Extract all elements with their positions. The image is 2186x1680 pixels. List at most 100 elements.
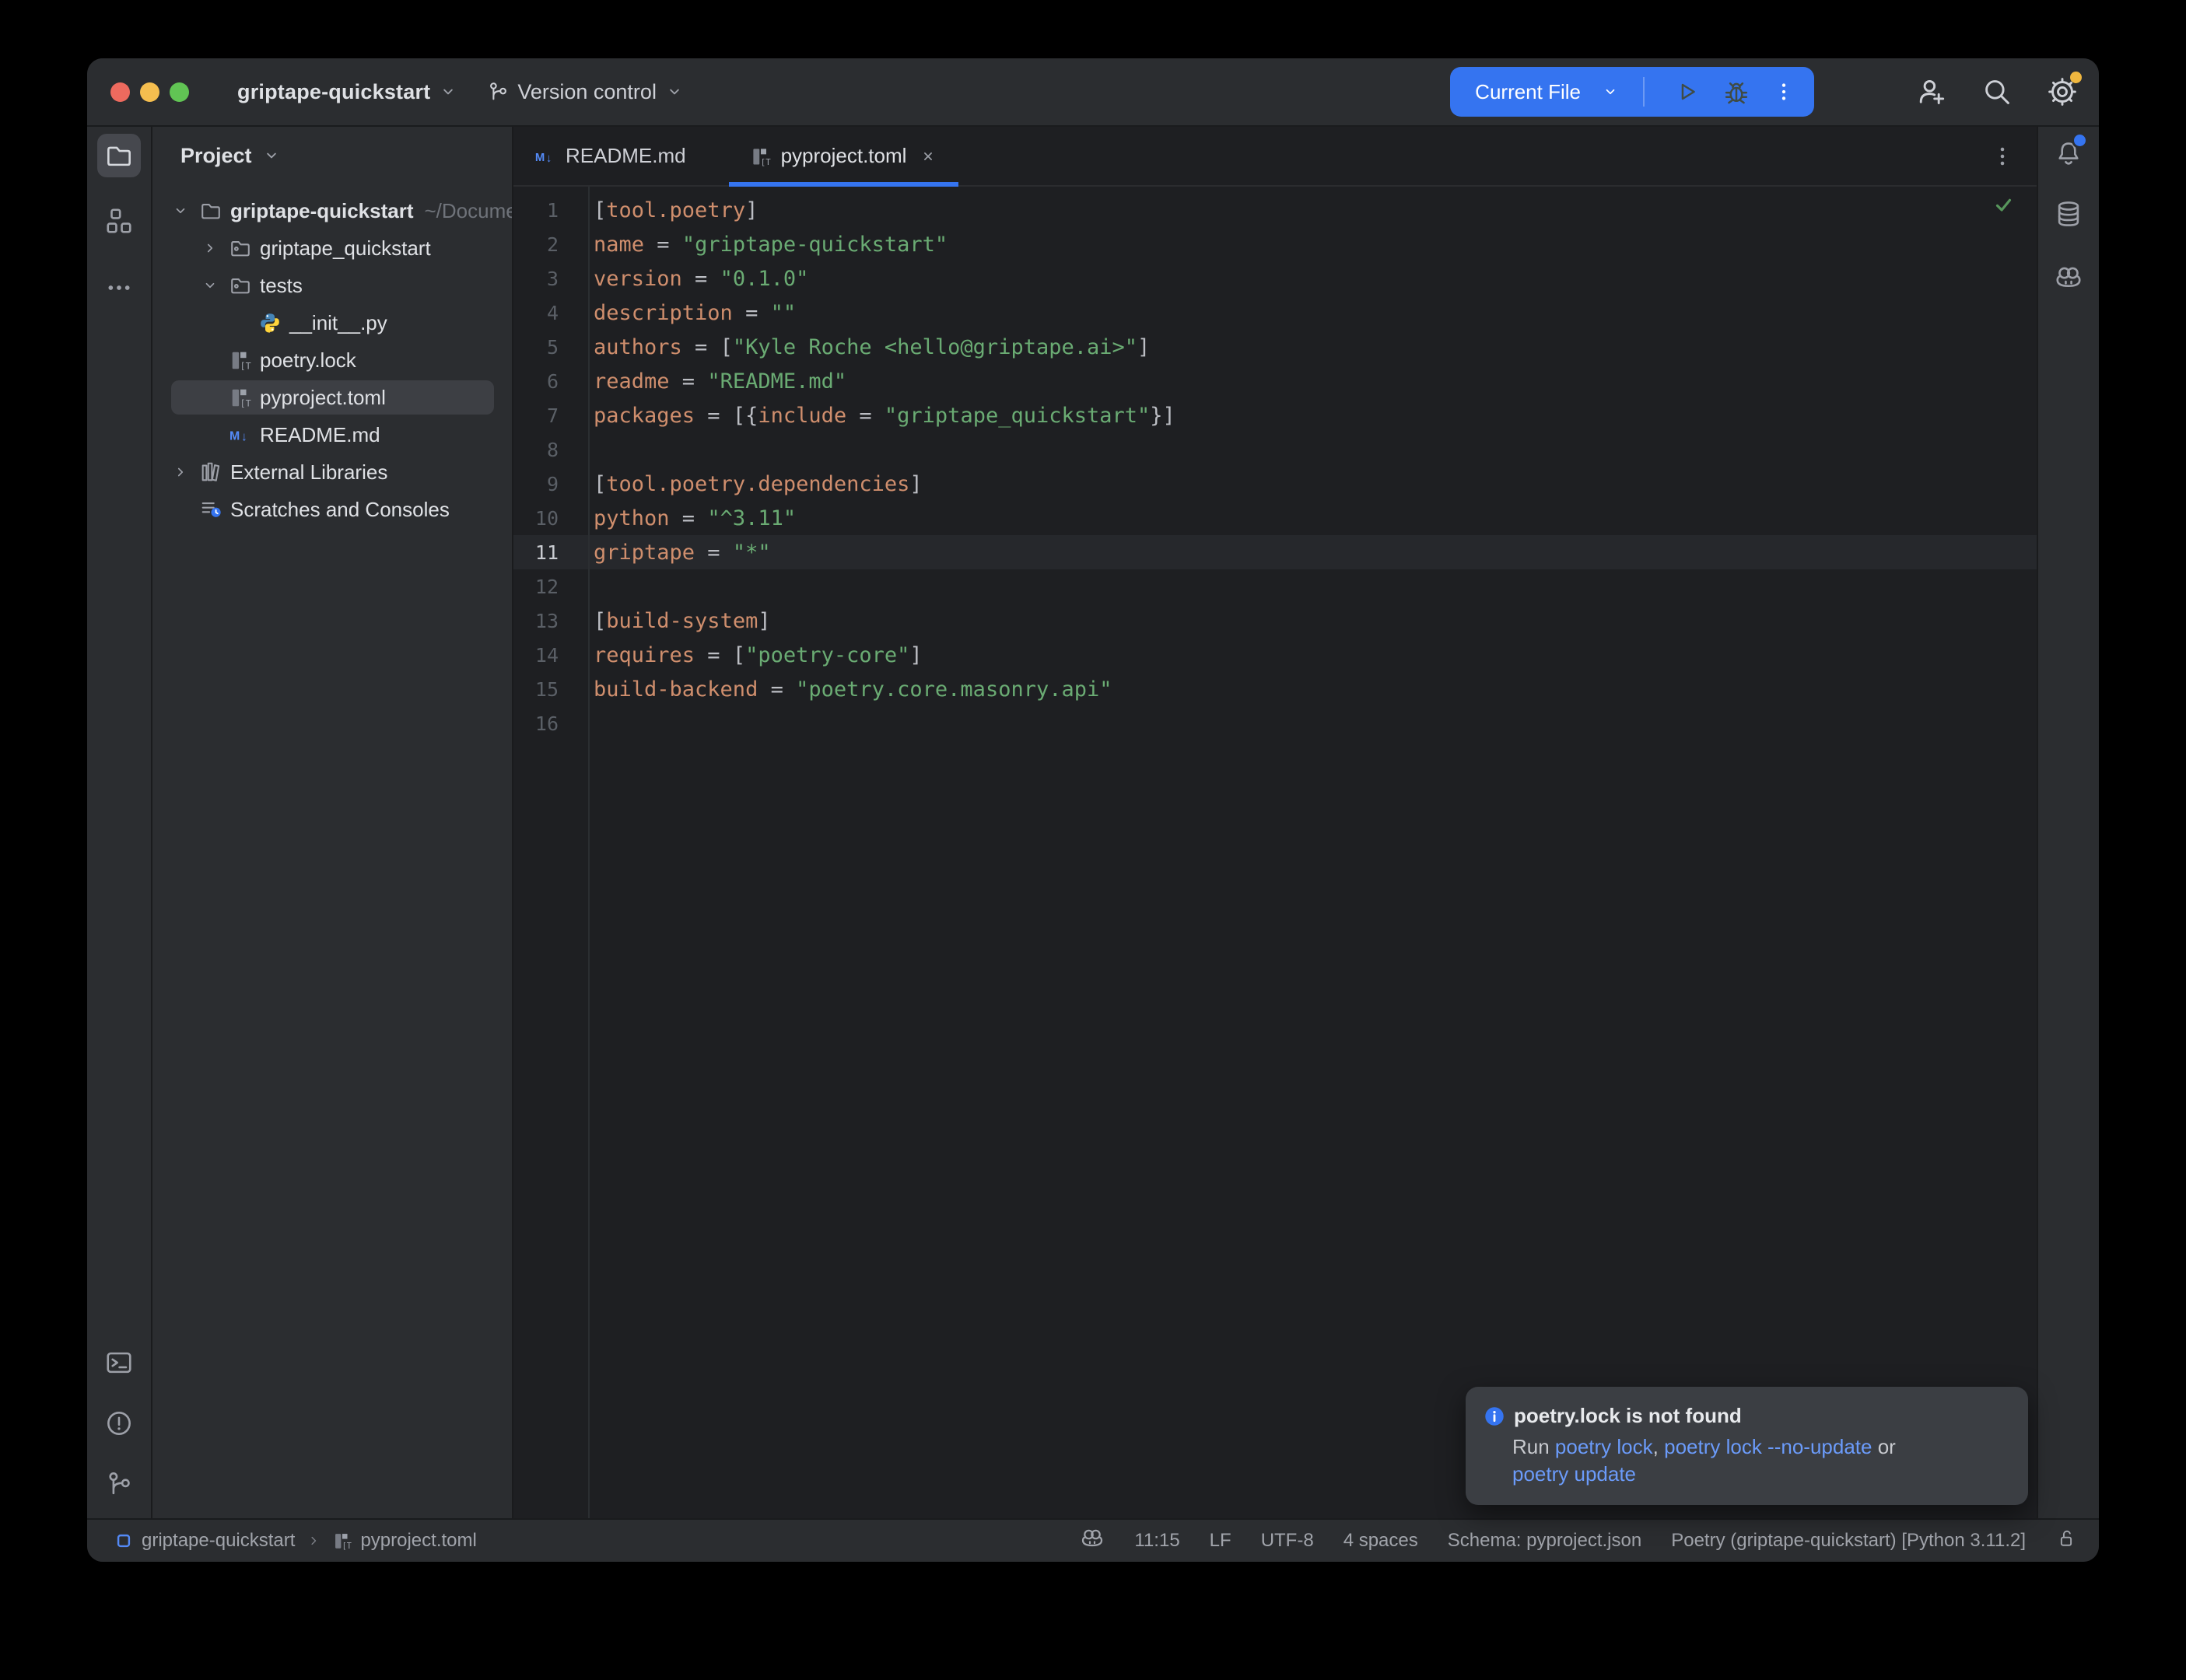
project-panel-header[interactable]: Project: [152, 127, 512, 184]
code-line-8[interactable]: 8: [513, 432, 2037, 467]
code-line-1[interactable]: 1[tool.poetry]: [513, 193, 2037, 227]
minimize-window-button[interactable]: [140, 82, 159, 102]
tree-item-scratches-and-consoles[interactable]: Scratches and Consoles: [152, 491, 512, 528]
line-number: 5: [513, 336, 588, 359]
database-icon: [2054, 199, 2083, 229]
zoom-window-button[interactable]: [170, 82, 189, 102]
left-tool-stripe: [87, 127, 152, 1518]
terminal-tool-button[interactable]: [97, 1341, 141, 1384]
code-line-16[interactable]: 16: [513, 706, 2037, 740]
svg-text:[T]: [T]: [240, 361, 252, 372]
add-user-icon: [1915, 75, 1948, 108]
tree-item-griptape-quickstart[interactable]: griptape_quickstart: [152, 229, 512, 267]
breadcrumb-label: pyproject.toml: [360, 1530, 476, 1552]
code-line-11[interactable]: 11griptape = "*": [513, 535, 2037, 569]
chevron-down-icon[interactable]: [1601, 82, 1620, 101]
run-configuration-widget[interactable]: Current File: [1450, 67, 1814, 117]
terminal-icon: [104, 1348, 134, 1377]
add-user-button[interactable]: [1915, 75, 1948, 108]
editor-options-icon[interactable]: [1990, 144, 2015, 169]
run-icon[interactable]: [1673, 78, 1701, 106]
code-line-9[interactable]: 9[tool.poetry.dependencies]: [513, 467, 2037, 501]
project-selector[interactable]: griptape-quickstart: [237, 80, 458, 104]
breadcrumb-griptape-quickstart[interactable]: griptape-quickstart: [114, 1530, 295, 1552]
tree-item-readme-md[interactable]: M↓README.md: [152, 416, 512, 453]
tree-item-init-py[interactable]: __init__.py: [152, 304, 512, 341]
close-icon[interactable]: [919, 147, 937, 166]
tree-item-label: Scratches and Consoles: [230, 498, 450, 522]
svg-text:[T]: [T]: [760, 156, 771, 166]
code-line-4[interactable]: 4description = "": [513, 296, 2037, 330]
close-window-button[interactable]: [110, 82, 130, 102]
status-poetry-griptape-quickstart-python-3-11-2[interactable]: Poetry (griptape-quickstart) [Python 3.1…: [1671, 1530, 2026, 1552]
module-icon: [114, 1531, 134, 1551]
database-tool-button[interactable]: [2047, 192, 2090, 236]
status-11-15[interactable]: 11:15: [1134, 1530, 1179, 1552]
breadcrumb-pyproject-toml[interactable]: [T]pyproject.toml: [332, 1530, 476, 1552]
ai-assistant-status-icon[interactable]: [1080, 1526, 1105, 1556]
project-tree: griptape-quickstart~/Documegriptape_quic…: [152, 192, 512, 528]
project-folder-tool-button[interactable]: [97, 134, 141, 177]
code-line-6[interactable]: 6readme = "README.md": [513, 364, 2037, 398]
link-poetry-lock[interactable]: poetry lock: [1555, 1435, 1653, 1458]
debug-icon[interactable]: [1722, 78, 1750, 106]
code-line-3[interactable]: 3version = "0.1.0": [513, 261, 2037, 296]
ai-assistant-tool-button[interactable]: [2047, 256, 2090, 299]
chevron-right-icon[interactable]: [201, 239, 229, 257]
status-utf-8[interactable]: UTF-8: [1261, 1530, 1314, 1552]
notification-body: Run poetry lock, poetry lock --no-update…: [1512, 1433, 2008, 1488]
tree-item-pyproject-toml[interactable]: [T]pyproject.toml: [152, 379, 512, 416]
notification-title: poetry.lock is not found: [1514, 1404, 1742, 1428]
settings-button[interactable]: [2046, 75, 2079, 108]
tab-pyproject-toml[interactable]: [T]pyproject.toml: [729, 127, 959, 185]
status-4-spaces[interactable]: 4 spaces: [1343, 1530, 1418, 1552]
tree-item-external-libraries[interactable]: External Libraries: [152, 453, 512, 491]
folder-pkg-icon: [229, 274, 252, 297]
code-line-10[interactable]: 10python = "^3.11": [513, 501, 2037, 535]
tree-item-griptape-quickstart[interactable]: griptape-quickstart~/Docume: [152, 192, 512, 229]
code-line-2[interactable]: 2name = "griptape-quickstart": [513, 227, 2037, 261]
notifications-bell-tool-button[interactable]: [2047, 131, 2090, 175]
code-line-5[interactable]: 5authors = ["Kyle Roche <hello@griptape.…: [513, 330, 2037, 364]
chevron-down-icon[interactable]: [171, 201, 199, 220]
line-number: 14: [513, 644, 588, 667]
python-icon: [258, 311, 282, 334]
version-control-tool-button[interactable]: [97, 1462, 141, 1506]
search-button[interactable]: [1981, 75, 2013, 108]
more-actions-icon[interactable]: [1772, 80, 1795, 103]
crumb-chevron-icon: [306, 1533, 321, 1549]
chevron-down-icon: [261, 145, 282, 166]
code-line-13[interactable]: 13[build-system]: [513, 604, 2037, 638]
vcs-selector[interactable]: Version control: [486, 80, 685, 104]
code-line-12[interactable]: 12: [513, 569, 2037, 604]
code-text: packages = [{include = "griptape_quickst…: [588, 404, 1175, 428]
ide-window: griptape-quickstart Version control Curr…: [87, 58, 2099, 1562]
project-panel-title: Project: [180, 144, 252, 168]
unlock-status-icon[interactable]: [2055, 1528, 2077, 1555]
line-number: 4: [513, 302, 588, 324]
code-text: requires = ["poetry-core"]: [588, 643, 923, 667]
code-line-15[interactable]: 15build-backend = "poetry.core.masonry.a…: [513, 672, 2037, 706]
code-editor[interactable]: 1[tool.poetry]2name = "griptape-quicksta…: [513, 187, 2037, 1518]
structure-tool-button[interactable]: [97, 199, 141, 243]
line-number: 6: [513, 370, 588, 393]
chevron-down-icon[interactable]: [201, 276, 229, 295]
line-number: 3: [513, 268, 588, 290]
tab-readme-md[interactable]: M↓README.md: [513, 127, 707, 185]
svg-text:M: M: [229, 430, 240, 443]
tree-item-poetry-lock[interactable]: [T]poetry.lock: [152, 341, 512, 379]
code-text: build-backend = "poetry.core.masonry.api…: [588, 677, 1112, 702]
status-schema-pyproject-json[interactable]: Schema: pyproject.json: [1448, 1530, 1641, 1552]
code-line-7[interactable]: 7packages = [{include = "griptape_quicks…: [513, 398, 2037, 432]
notification-balloon[interactable]: poetry.lock is not found Run poetry lock…: [1466, 1387, 2028, 1505]
chevron-right-icon[interactable]: [171, 463, 199, 481]
link-poetry-update[interactable]: poetry update: [1512, 1462, 1636, 1486]
code-line-14[interactable]: 14requires = ["poetry-core"]: [513, 638, 2037, 672]
link-poetry-lock-no-update[interactable]: poetry lock --no-update: [1664, 1435, 1872, 1458]
more-tool-button[interactable]: [97, 266, 141, 310]
inspections-ok-icon[interactable]: [1992, 193, 2015, 216]
status-lf[interactable]: LF: [1210, 1530, 1231, 1552]
line-number: 7: [513, 404, 588, 427]
tree-item-tests[interactable]: tests: [152, 267, 512, 304]
problems-tool-button[interactable]: [97, 1402, 141, 1445]
